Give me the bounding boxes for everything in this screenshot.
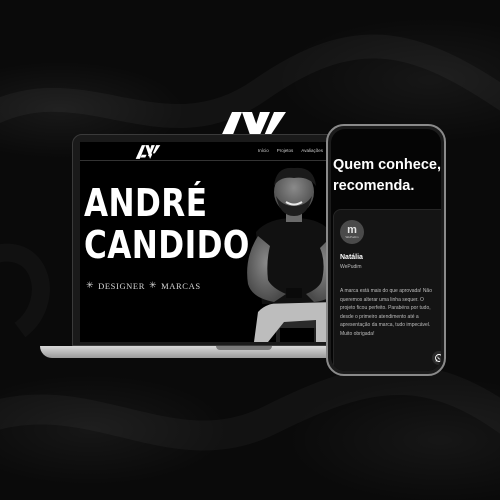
nav-link-avaliacoes[interactable]: Avaliações [301,148,323,153]
testimonial-text: A marca está mais do que aprovada! Não q… [340,288,432,337]
hero-name-first: ANDRÉ [84,181,208,225]
nav-link-inicio[interactable]: Início [258,148,269,153]
phone-frame: Quem conhece, recomenda. m WePudim Natál… [326,124,446,376]
phone-screen: Quem conhece, recomenda. m WePudim Natál… [331,129,441,371]
avatar-letter: m [347,224,357,236]
asterisk-icon: ✳ [86,280,95,290]
laptop-notch [216,346,272,350]
testimonial-name: Natália [340,254,363,261]
whatsapp-icon[interactable] [432,351,441,365]
avatar-subtext: WePudim [345,235,359,239]
testimonials-heading: Quem conhece, recomenda. [333,157,441,194]
testimonial-card: m WePudim Natália WePudim A marca está m… [333,209,441,371]
avatar: m WePudim [340,220,364,244]
nav-divider [80,160,348,161]
hero-name-last: CANDIDO [84,223,250,267]
testimonial-company: WePudim [340,264,362,270]
nav-link-projetos[interactable]: Projetos [277,148,294,153]
site-nav: Início Projetos Avaliações [258,148,323,153]
tag-designer: DESIGNER [98,280,145,291]
hero-name: ANDRÉ CANDIDO [84,182,250,266]
tag-marcas: MARCAS [161,280,201,291]
laptop-screen: Início Projetos Avaliações ANDRÉ CANDIDO… [80,142,348,342]
site-logo-icon[interactable] [135,144,161,160]
asterisk-icon: ✳ [148,280,158,290]
hero-tags: ✳ DESIGNER ✳ MARCAS [86,280,201,291]
